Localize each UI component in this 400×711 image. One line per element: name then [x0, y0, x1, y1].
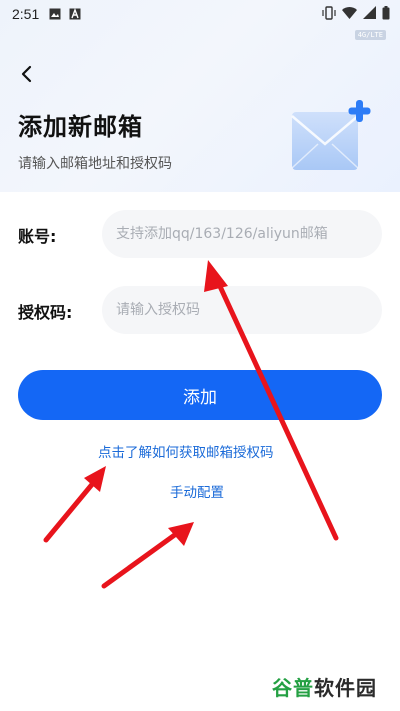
watermark-part-b: 软件园: [314, 676, 377, 700]
status-bar: 2:51: [0, 0, 400, 28]
account-input[interactable]: [102, 210, 382, 258]
add-button[interactable]: 添加: [18, 370, 382, 420]
account-field-row: 账号:: [0, 210, 400, 258]
auth-code-label: 授权码:: [18, 303, 73, 322]
status-time: 2:51: [12, 6, 40, 22]
help-auth-code-link[interactable]: 点击了解如何获取邮箱授权码: [98, 441, 274, 461]
battery-icon: [382, 6, 390, 20]
wifi-icon: [342, 7, 357, 19]
page-title: 添加新邮箱: [18, 113, 143, 141]
vibrate-icon: [322, 6, 336, 20]
notification-a-icon: [69, 8, 81, 20]
manual-config-link[interactable]: 手动配置: [170, 481, 224, 501]
account-label: 账号:: [18, 227, 57, 246]
auth-code-input[interactable]: [102, 286, 382, 334]
back-button[interactable]: [12, 60, 40, 88]
network-tag: 4G/LTE: [354, 30, 386, 40]
status-icons: [322, 6, 390, 20]
gallery-icon: [49, 8, 61, 20]
auth-code-field-row: 授权码:: [0, 286, 400, 334]
mail-envelope-icon: [291, 100, 371, 170]
annotation-arrow-manual: [101, 522, 194, 589]
signal-icon: [363, 6, 376, 19]
annotation-arrow-help: [43, 466, 106, 543]
watermark-logo: 谷普软件园: [272, 672, 377, 701]
page: 2:51 4G/LTE 添加新邮箱 请输入邮箱地址和授权码 账号: 支持添加qq…: [0, 0, 400, 711]
page-subtitle: 请输入邮箱地址和授权码: [18, 156, 172, 172]
back-arrow-icon: [21, 65, 32, 83]
watermark-part-a: 谷普: [272, 676, 314, 700]
